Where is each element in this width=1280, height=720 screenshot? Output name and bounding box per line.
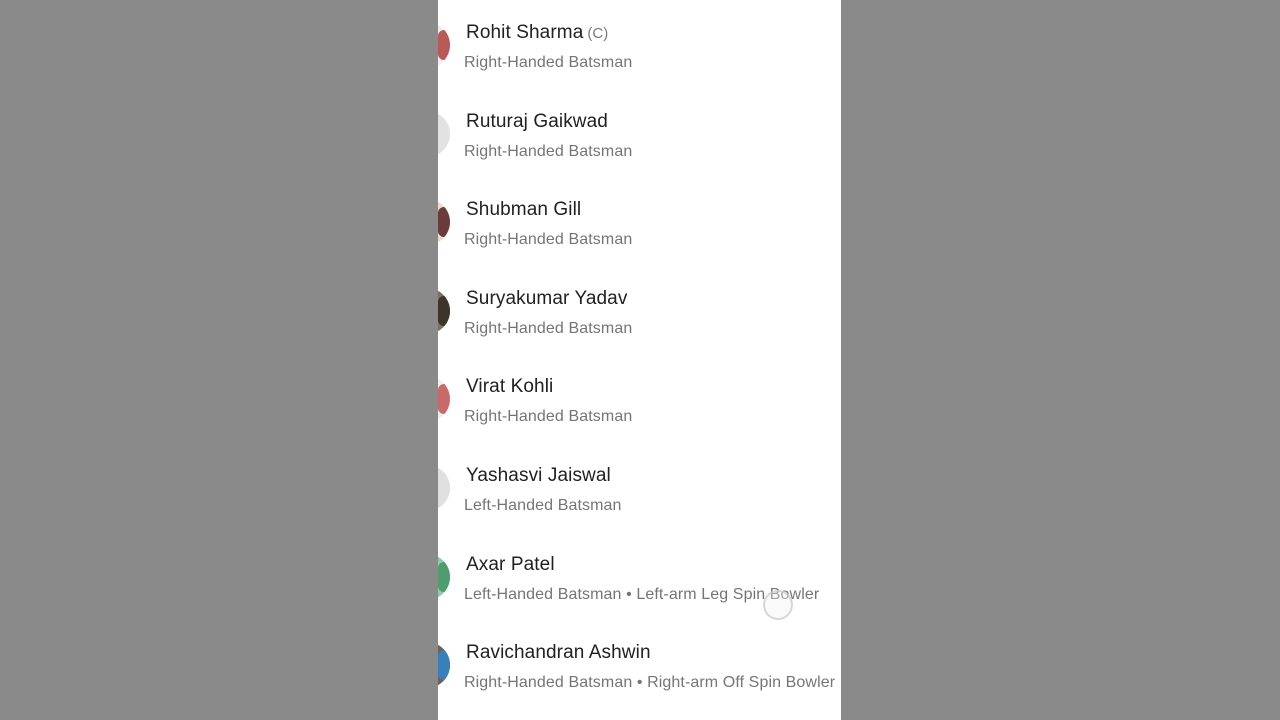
player-name: Ravichandran Ashwin — [466, 642, 651, 663]
player-row[interactable]: Shubman Gill Right-Handed Batsman — [438, 197, 841, 285]
player-avatar — [438, 22, 450, 68]
player-avatar — [438, 465, 450, 511]
player-row[interactable]: Ruturaj Gaikwad Right-Handed Batsman — [438, 109, 841, 197]
player-avatar — [438, 199, 450, 245]
avatar-face — [438, 119, 450, 149]
player-name: Suryakumar Yadav — [466, 288, 628, 309]
avatar-face — [438, 30, 450, 60]
player-role: Right-Handed Batsman — [464, 231, 633, 248]
avatar-face — [438, 207, 450, 237]
player-role: Right-Handed Batsman — [464, 320, 633, 337]
player-avatar — [438, 554, 450, 600]
avatar-face — [438, 650, 450, 680]
avatar-face — [438, 562, 450, 592]
touch-indicator — [763, 590, 793, 620]
player-name: Virat Kohli — [466, 376, 554, 397]
avatar-face — [438, 473, 450, 503]
player-role: Right-Handed Batsman — [464, 54, 633, 71]
player-name: Rohit Sharma — [466, 22, 584, 43]
player-row[interactable]: Virat Kohli Right-Handed Batsman — [438, 374, 841, 462]
video-frame: Rohit Sharma (C) Right-Handed Batsman Ru… — [0, 0, 1280, 720]
player-row[interactable]: Yashasvi Jaiswal Left-Handed Batsman — [438, 463, 841, 551]
player-row[interactable]: Suryakumar Yadav Right-Handed Batsman — [438, 286, 841, 374]
player-name: Shubman Gill — [466, 199, 582, 220]
player-avatar — [438, 642, 450, 688]
player-avatar — [438, 288, 450, 334]
player-row[interactable]: Rohit Sharma (C) Right-Handed Batsman — [438, 20, 841, 108]
player-row[interactable]: Ravichandran Ashwin Right-Handed Batsman… — [438, 640, 841, 720]
captain-badge: (C) — [587, 24, 609, 42]
player-avatar — [438, 111, 450, 157]
player-role: Right-Handed Batsman • Right-arm Off Spi… — [464, 674, 836, 691]
player-role: Right-Handed Batsman — [464, 408, 633, 425]
player-name: Axar Patel — [466, 554, 555, 575]
avatar-face — [438, 384, 450, 414]
avatar-face — [438, 296, 450, 326]
player-role: Right-Handed Batsman — [464, 143, 633, 160]
player-name: Ruturaj Gaikwad — [466, 111, 608, 132]
player-role: Left-Handed Batsman — [464, 497, 622, 514]
player-avatar — [438, 376, 450, 422]
player-name: Yashasvi Jaiswal — [466, 465, 611, 486]
